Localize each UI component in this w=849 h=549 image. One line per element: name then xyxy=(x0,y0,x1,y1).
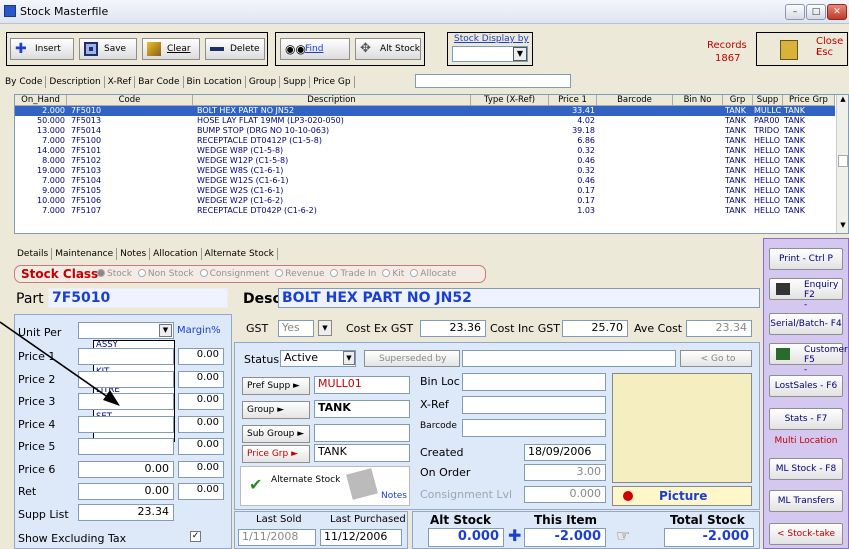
annotation-arrow-overlay xyxy=(0,321,120,406)
annotation-arrow-head xyxy=(103,390,120,406)
annotation-arrow-line xyxy=(0,321,113,401)
